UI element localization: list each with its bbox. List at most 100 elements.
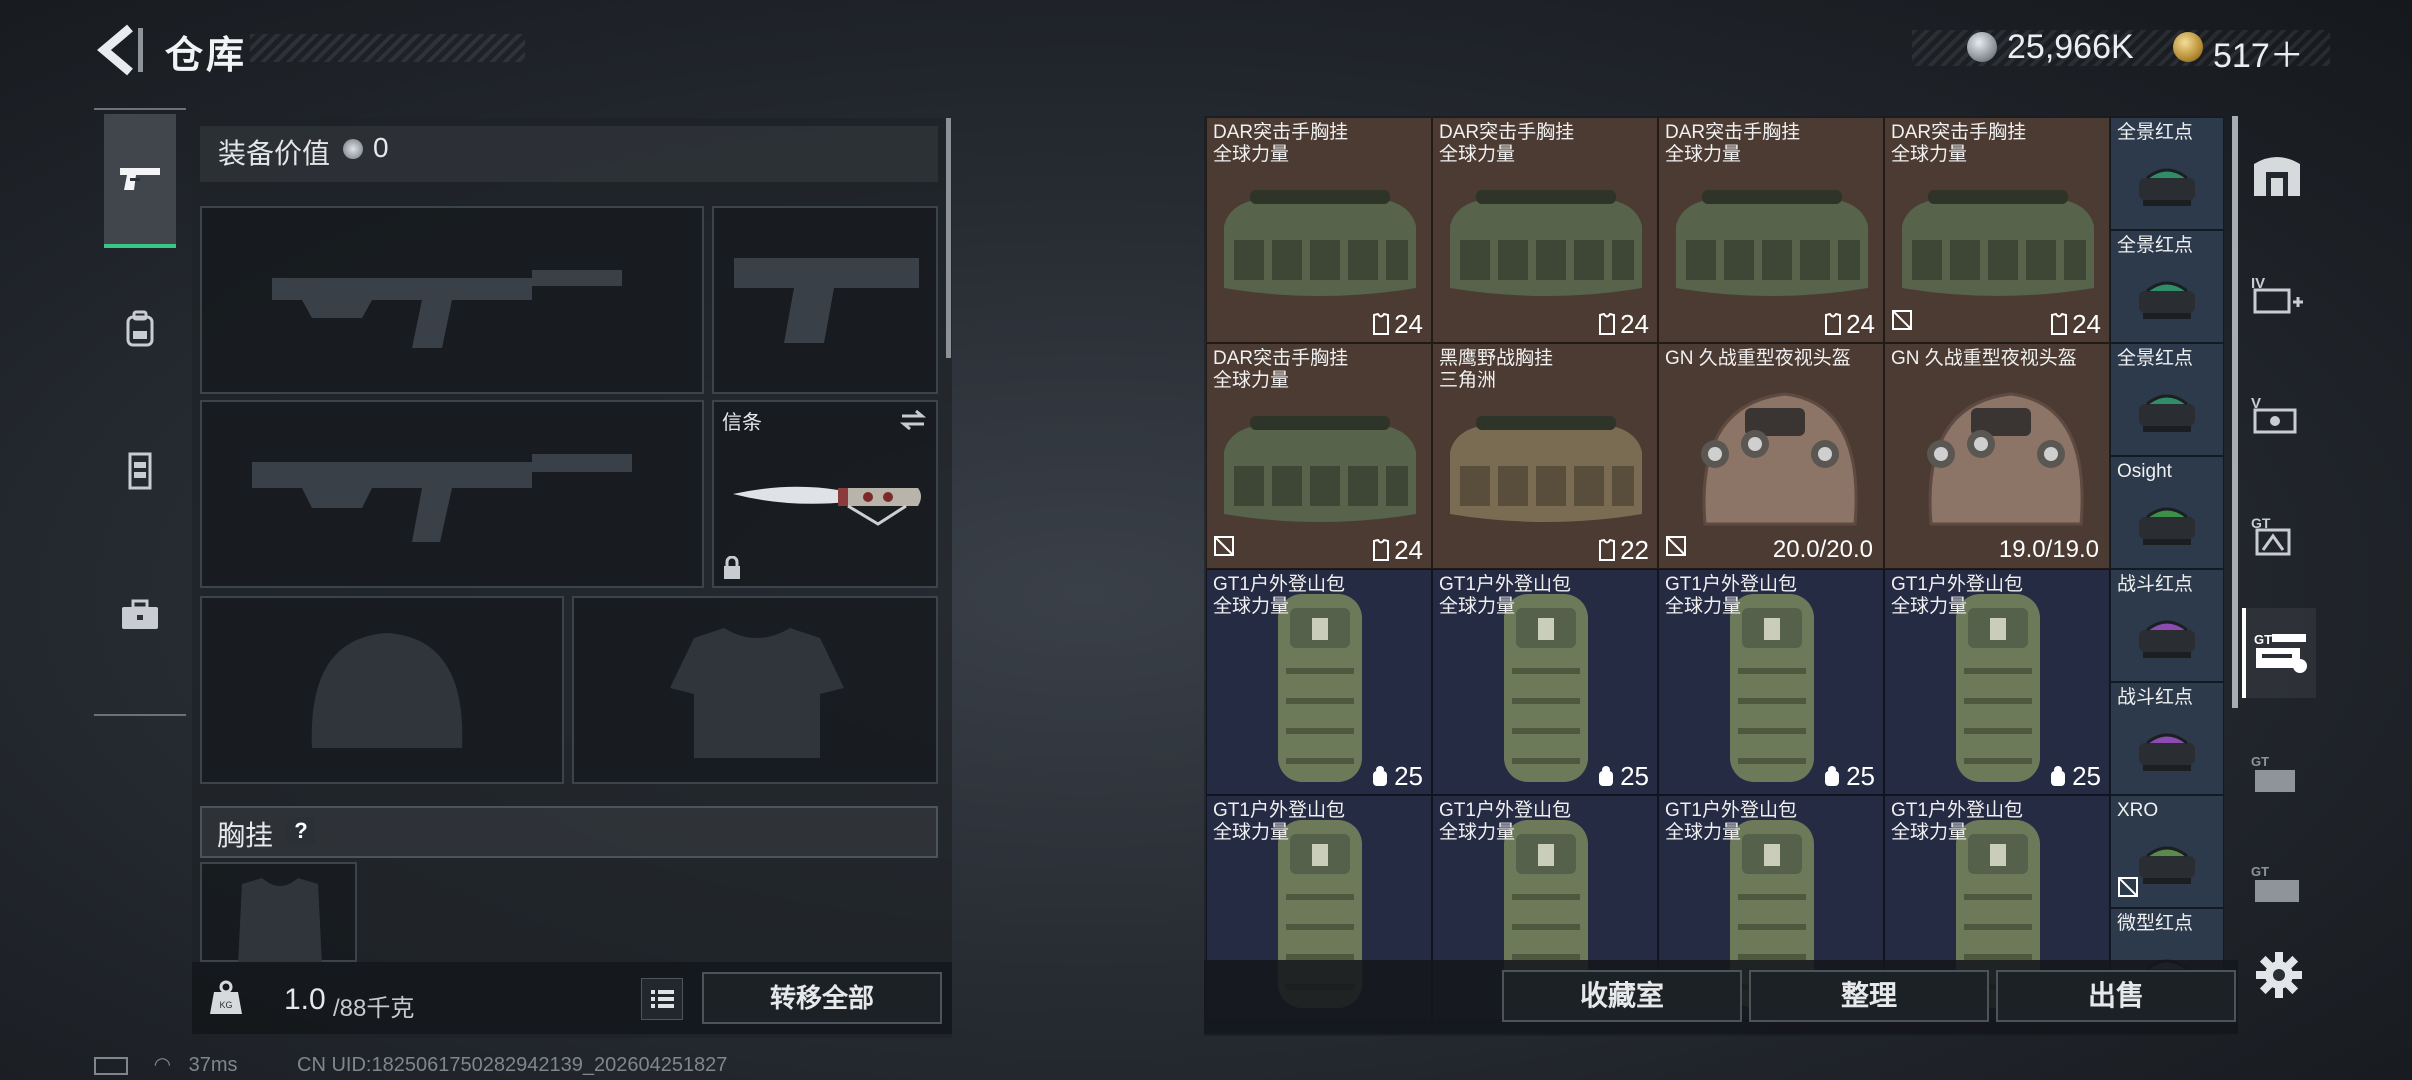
chest-rig-slot[interactable] [200,862,357,964]
knife-icon [733,486,921,526]
item-count: 22 [1620,535,1649,565]
stash-item[interactable]: DAR突击手胸挂 全球力量 24 [1658,117,1884,343]
item-count: 24 [1846,309,1875,339]
right-nav-gt-3[interactable]: GT [2242,730,2312,820]
vest-item-icon [1450,190,1642,296]
stash-item[interactable]: DAR突击手胸挂 全球力量 24 [1206,343,1432,569]
vest-count-icon [2051,312,2068,335]
melee-slot-label: 信条 [722,412,762,434]
item-count-badge: 25 [1370,761,1423,792]
equipment-value-label: 装备价值 [218,138,331,169]
vest-item-icon [1902,190,2094,296]
item-name: XRO [2117,800,2159,821]
swap-icon[interactable] [898,408,928,432]
stash-item[interactable]: GT1户外登山包 全球力量 25 [1884,569,2110,795]
vest-silhouette-icon [238,878,322,964]
chest-rig-label: 胸挂 [217,820,274,851]
vest-item-icon [1224,416,1416,522]
marked-icon [2118,877,2138,897]
stash-item-small[interactable]: Osight [2110,456,2224,569]
stash-item[interactable]: GN 久战重型夜视头盔 20.0/20.0 [1658,343,1884,569]
helmet-slot[interactable] [200,596,564,784]
item-name: 全景红点 [2117,348,2194,369]
pistol-icon [120,168,160,190]
page-title: 仓库 [165,35,248,77]
nav-tab-backpack[interactable] [104,264,176,394]
right-nav-gt-2[interactable]: GT [2242,608,2316,698]
item-name: 微型红点 [2117,913,2194,934]
weight-max: /88千克 [333,995,415,1022]
vest-count-icon [1599,312,1616,335]
case-icon: IV [2251,275,2303,314]
item-name: DAR突击手胸挂 全球力量 [1213,348,1349,391]
case-icon: GT [2251,515,2291,556]
collection-room-button[interactable]: 收藏室 [1502,970,1742,1022]
secondary-weapon-slot[interactable] [200,400,704,588]
ping-text: 37ms [188,1054,238,1076]
red-dot-sight-icon [2139,733,2195,771]
stash-item-small[interactable]: XRO [2110,795,2224,908]
rifle-silhouette-icon [252,454,632,542]
right-nav-gt-1[interactable]: GT [2242,490,2312,580]
stash-item-small[interactable]: 战斗红点 [2110,569,2224,682]
stash-item[interactable]: GT1户外登山包 全球力量 25 [1658,569,1884,795]
backpack-icon [126,310,154,347]
stash-item-small[interactable]: 全景红点 [2110,343,2224,456]
weight-current: 1.0 [284,983,326,1016]
back-icon[interactable] [92,22,152,78]
armor-slot[interactable] [572,596,938,784]
item-name: GT1户外登山包 全球力量 [1213,574,1345,617]
stash-item[interactable]: GT1户外登山包 全球力量 25 [1432,569,1658,795]
marked-icon [1892,310,1912,330]
item-count: 24 [2072,309,2101,339]
list-view-button[interactable] [641,978,683,1020]
stash-item[interactable]: GN 久战重型夜视头盔 19.0/19.0 [1884,343,2110,569]
stash-item[interactable]: DAR突击手胸挂 全球力量 24 [1206,117,1432,343]
backpack-item-icon [1278,594,1362,782]
equipment-scrollbar[interactable] [946,118,951,358]
backpack-count-icon [1373,766,1388,786]
item-name: 全景红点 [2117,235,2194,256]
case-icon: GT [2251,864,2299,902]
stash-scrollbar[interactable] [2232,116,2238,708]
gem-balance[interactable]: 517＋ [2213,28,2304,77]
item-count-badge: 24 [1372,535,1423,566]
right-nav-gt-4[interactable]: GT [2242,850,2312,920]
right-nav-safebox[interactable] [2242,130,2312,220]
right-nav-case-4[interactable]: IV [2242,250,2312,340]
stash-item[interactable]: 黑鹰野战胸挂 三角洲 22 [1432,343,1658,569]
stash-item[interactable]: DAR突击手胸挂 全球力量 24 [1432,117,1658,343]
gear-icon[interactable] [2254,950,2304,1000]
rifle-silhouette-icon [272,270,622,348]
transfer-all-button[interactable]: 转移全部 [702,972,942,1024]
melee-slot[interactable]: 信条 [712,400,938,588]
stash-item-small[interactable]: 全景红点 [2110,117,2224,230]
organize-button[interactable]: 整理 [1749,970,1989,1022]
right-nav-case-5[interactable]: V [2242,370,2312,460]
help-icon[interactable]: ? [287,817,315,845]
nav-tab-toolbox[interactable] [104,550,176,680]
sell-button[interactable]: 出售 [1996,970,2236,1022]
stash-item-small[interactable]: 战斗红点 [2110,682,2224,795]
red-dot-sight-icon [2139,620,2195,658]
nav-tab-weapon[interactable] [104,114,176,248]
stash-item[interactable]: GT1户外登山包 全球力量 25 [1206,569,1432,795]
item-count: 24 [1394,535,1423,565]
stash-item[interactable]: DAR突击手胸挂 全球力量 24 [1884,117,2110,343]
vest-count-icon [1599,538,1616,561]
svg-text:GT: GT [2251,754,2269,769]
nav-tab-vest[interactable] [104,406,176,536]
item-name: GT1户外登山包 全球力量 [1891,574,2023,617]
equipment-value: 0 [373,132,389,163]
stash-item-small[interactable]: 全景红点 [2110,230,2224,343]
item-name: GN 久战重型夜视头盔 [1891,348,2077,369]
pistol-slot[interactable] [712,206,938,394]
item-count: 25 [1846,761,1875,791]
primary-weapon-slot[interactable] [200,206,704,394]
item-count-badge: 24 [1824,309,1875,340]
gem-icon [2173,32,2203,62]
marked-badge [2117,876,2139,903]
pistol-silhouette-icon [734,258,919,343]
vest-item-icon [1224,190,1416,296]
uid-text: CN UID:1825061750282942139_202604251827 [297,1054,728,1076]
